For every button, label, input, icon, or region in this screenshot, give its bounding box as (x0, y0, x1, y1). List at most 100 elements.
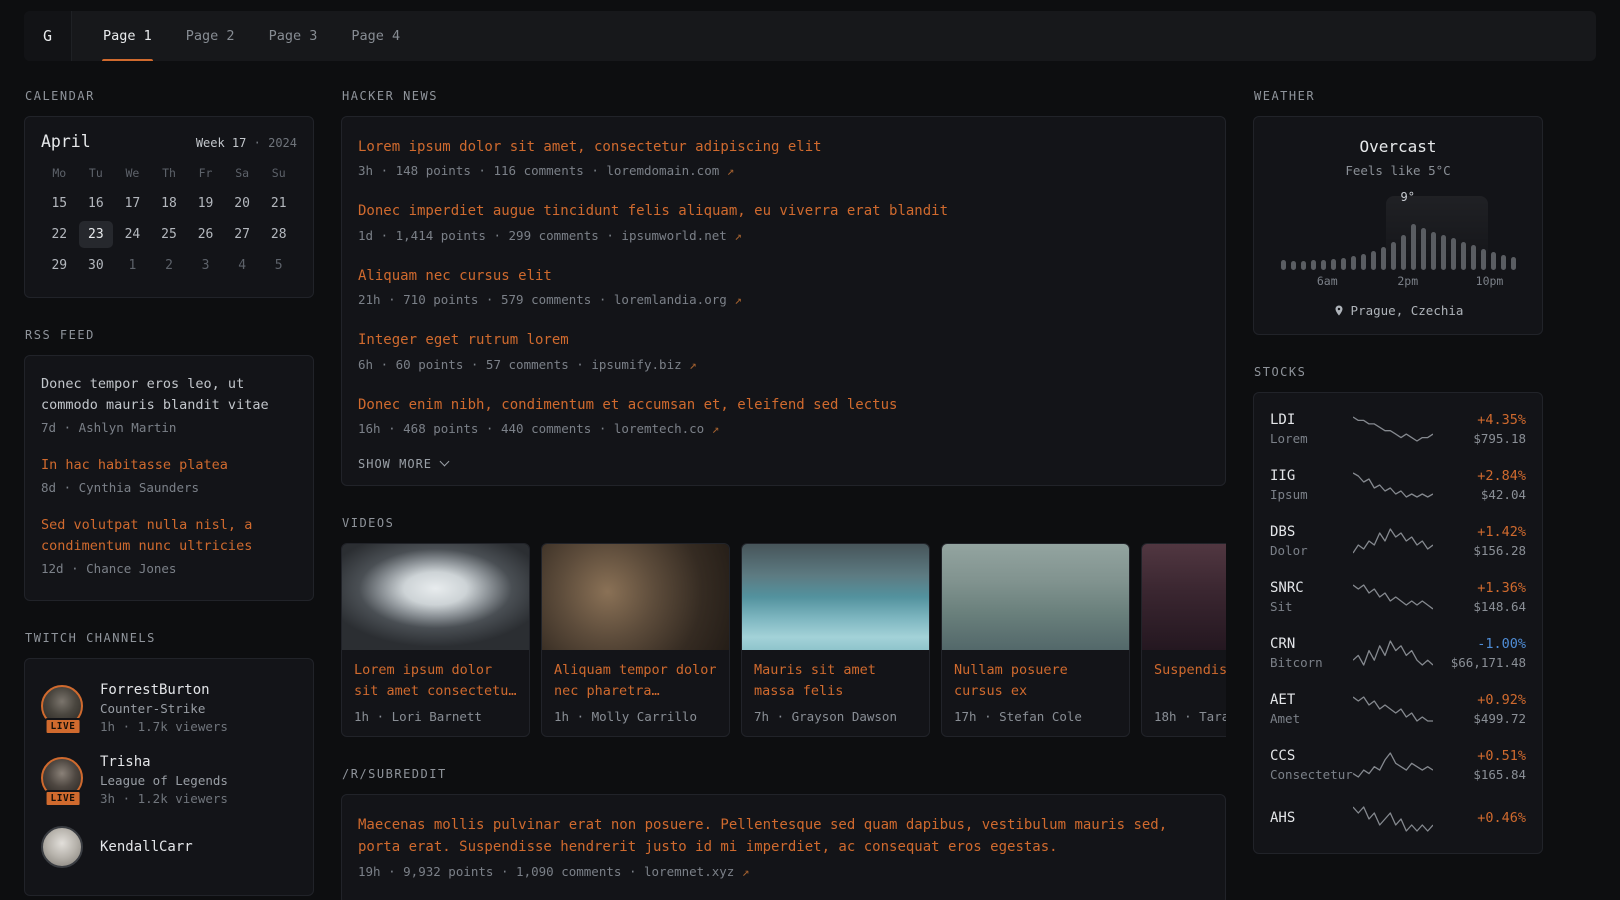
calendar-day: 2 (152, 252, 187, 279)
hackernews-item-title[interactable]: Aliquam nec cursus elit (358, 265, 1209, 287)
separator-dot: · (606, 228, 621, 243)
channel-game: Counter-Strike (100, 701, 228, 716)
week-number: Week 17 (196, 136, 247, 150)
stock-sparkline (1353, 804, 1433, 834)
stock-change: +1.42% (1433, 524, 1526, 540)
stock-row[interactable]: AET Amet +0.92% $499.72 (1270, 681, 1526, 737)
stock-id: DBS Dolor (1270, 524, 1353, 558)
weekday-label: We (114, 166, 151, 188)
channel-info: ForrestBurton Counter-Strike 1h · 1.7k v… (100, 682, 228, 734)
video-title[interactable]: Nullam posuere cursus ex (954, 660, 1117, 702)
page-tab[interactable]: Page 1 (86, 11, 169, 61)
twitch-channel-row[interactable]: KendallCarr (41, 816, 297, 882)
stock-values: +1.36% $148.64 (1433, 580, 1526, 614)
subreddit-item-title[interactable]: Maecenas mollis pulvinar erat non posuer… (358, 814, 1209, 859)
stock-row[interactable]: IIG Ipsum +2.84% $42.04 (1270, 457, 1526, 513)
video-card[interactable]: Suspendisse diam 18h · Tara (1141, 543, 1226, 737)
stock-row[interactable]: AHS +0.46% (1270, 793, 1526, 845)
stock-row[interactable]: SNRC Sit +1.36% $148.64 (1270, 569, 1526, 625)
source-link[interactable]: ipsumworld.net (621, 228, 726, 243)
avatar-wrap: LIVE (41, 685, 85, 731)
separator-dot: · (599, 421, 614, 436)
hackernews-item-meta: 6h · 60 points · 57 comments · ipsumify.… (358, 357, 1209, 372)
calendar-day: 16 (79, 190, 114, 217)
stock-ticker: LDI (1270, 412, 1353, 428)
stock-row[interactable]: CCS Consectetur +0.51% $165.84 (1270, 737, 1526, 793)
calendar-year: 2024 (268, 136, 297, 150)
channel-game: League of Legends (100, 773, 228, 788)
stock-id: SNRC Sit (1270, 580, 1353, 614)
stock-values: +4.35% $795.18 (1433, 412, 1526, 446)
location-label: Prague, Czechia (1351, 303, 1464, 318)
weather-bar (1291, 261, 1296, 270)
stock-price: $499.72 (1433, 711, 1526, 726)
video-meta: 1h · Molly Carrillo (554, 709, 717, 724)
stock-ticker: CCS (1270, 748, 1353, 764)
video-title[interactable]: Mauris sit amet massa felis (754, 660, 917, 702)
weather-bar (1451, 238, 1456, 270)
calendar-section-title: CALENDAR (25, 89, 314, 103)
twitch-channel-row[interactable]: LIVE ForrestBurton Counter-Strike 1h · 1… (41, 672, 297, 744)
rss-item-title[interactable]: Sed volutpat nulla nisl, a condimentum n… (41, 515, 297, 557)
calendar-day: 29 (42, 252, 77, 279)
source-link[interactable]: loremnet.xyz (644, 864, 734, 879)
rss-item-title[interactable]: Donec tempor eros leo, ut commodo mauris… (41, 374, 297, 416)
video-meta: 18h · Tara (1154, 709, 1226, 724)
video-card[interactable]: Lorem ipsum dolor sit amet consectetu… 1… (341, 543, 530, 737)
subreddit-section-title: /R/SUBREDDIT (342, 767, 1226, 781)
calendar-day: 20 (225, 190, 260, 217)
stock-change: +0.46% (1433, 810, 1526, 826)
stock-price: $156.28 (1433, 543, 1526, 558)
hackernews-item-title[interactable]: Donec imperdiet augue tincidunt felis al… (358, 200, 1209, 222)
calendar-day: 1 (115, 252, 150, 279)
stock-row[interactable]: CRN Bitcorn -1.00% $66,171.48 (1270, 625, 1526, 681)
item-stats: 19h · 9,932 points · 1,090 comments (358, 864, 621, 879)
calendar-day: 3 (188, 252, 223, 279)
page-tab[interactable]: Page 4 (334, 11, 417, 61)
twitch-section-title: TWITCH CHANNELS (25, 631, 314, 645)
separator-dot: · (254, 136, 261, 150)
video-card[interactable]: Nullam posuere cursus ex 17h · Stefan Co… (941, 543, 1130, 737)
right-column: WEATHER Overcast Feels like 5°C 9° 6am 2… (1253, 89, 1543, 854)
video-title[interactable]: Lorem ipsum dolor sit amet consectetu… (354, 660, 517, 702)
stock-id: AET Amet (1270, 692, 1353, 726)
weather-bar (1401, 235, 1406, 270)
hackernews-list: Lorem ipsum dolor sit amet, consectetur … (358, 125, 1209, 447)
twitch-channel-row[interactable]: LIVE Trisha League of Legends 3h · 1.2k … (41, 744, 297, 816)
page-tab[interactable]: Page 2 (169, 11, 252, 61)
hackernews-item: Integer eget rutrum lorem 6h · 60 points… (358, 318, 1209, 382)
weather-bar (1391, 242, 1396, 270)
time-label: 6am (1317, 274, 1338, 288)
app-logo[interactable]: G (24, 11, 72, 61)
source-link[interactable]: loremdomain.com (606, 163, 719, 178)
source-link[interactable]: loremlandia.org (614, 292, 727, 307)
stock-ticker: AHS (1270, 810, 1353, 826)
rss-item-title[interactable]: In hac habitasse platea (41, 455, 297, 476)
hackernews-item-title[interactable]: Lorem ipsum dolor sit amet, consectetur … (358, 136, 1209, 158)
source-link[interactable]: loremtech.co (614, 421, 704, 436)
hackernews-item-title[interactable]: Donec enim nibh, condimentum et accumsan… (358, 394, 1209, 416)
video-meta: 1h · Lori Barnett (354, 709, 517, 724)
stock-row[interactable]: DBS Dolor +1.42% $156.28 (1270, 513, 1526, 569)
channel-meta: 3h · 1.2k viewers (100, 791, 228, 806)
calendar-day: 25 (152, 221, 187, 248)
stock-values: +0.92% $499.72 (1433, 692, 1526, 726)
weekday-label: Su (260, 166, 297, 188)
weather-bar (1441, 235, 1446, 270)
calendar-week-label: Week 17 · 2024 (196, 136, 297, 150)
source-link[interactable]: ipsumify.biz (591, 357, 681, 372)
video-title[interactable]: Suspendisse diam (1154, 660, 1226, 702)
hackernews-show-more-button[interactable]: SHOW MORE (358, 457, 448, 471)
stock-row[interactable]: LDI Lorem +4.35% $795.18 (1270, 401, 1526, 457)
video-card[interactable]: Mauris sit amet massa felis 7h · Grayson… (741, 543, 930, 737)
stock-sparkline (1353, 414, 1433, 444)
video-title[interactable]: Aliquam tempor dolor nec pharetra… (554, 660, 717, 702)
video-card-body: Lorem ipsum dolor sit amet consectetu… 1… (342, 650, 529, 736)
weather-bar (1331, 259, 1336, 270)
stock-ticker: SNRC (1270, 580, 1353, 596)
weather-bar (1361, 254, 1366, 270)
hackernews-item-title[interactable]: Integer eget rutrum lorem (358, 329, 1209, 351)
page-tab[interactable]: Page 3 (252, 11, 335, 61)
video-card-body: Aliquam tempor dolor nec pharetra… 1h · … (542, 650, 729, 736)
video-card[interactable]: Aliquam tempor dolor nec pharetra… 1h · … (541, 543, 730, 737)
